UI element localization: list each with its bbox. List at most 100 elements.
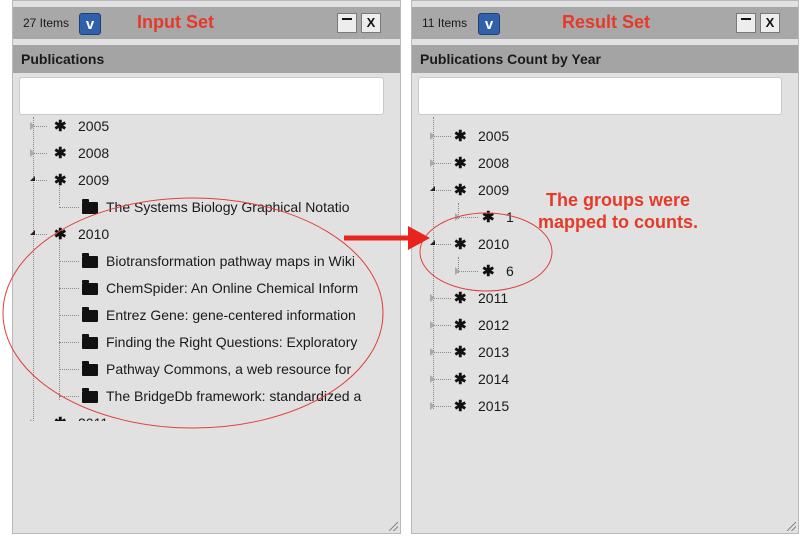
asterisk-icon: ✱ xyxy=(454,182,467,199)
collapsed-icon[interactable] xyxy=(455,213,460,221)
panel-subtitle: Publications Count by Year xyxy=(420,51,602,67)
asterisk-icon: ✱ xyxy=(454,371,467,388)
search-input[interactable] xyxy=(19,77,384,115)
collapsed-icon[interactable] xyxy=(455,267,460,275)
node-label: 1 xyxy=(506,209,514,225)
collapsed-icon[interactable] xyxy=(30,419,35,421)
annotation-line: mapped to counts. xyxy=(538,212,699,232)
tree-connector xyxy=(433,190,451,191)
folder-icon xyxy=(82,253,98,268)
tree-connector xyxy=(59,207,79,208)
panel-subheader: Publications xyxy=(13,45,400,73)
publication-tree: ✱ 2005 ✱ 2008 ✱ 2009 The Systems Biology Graph… xyxy=(13,117,400,421)
asterisk-icon: ✱ xyxy=(454,317,467,334)
node-label: Pathway Commons, a web resource for xyxy=(106,361,352,377)
tree-connector xyxy=(33,126,47,127)
tree-connector xyxy=(433,352,451,353)
tree-connector xyxy=(433,163,451,164)
node-label: 2010 xyxy=(78,226,110,242)
tree-connector xyxy=(433,406,451,407)
view-menu-button[interactable]: v xyxy=(79,13,101,35)
asterisk-icon: ✱ xyxy=(54,226,67,243)
folder-icon xyxy=(82,334,98,349)
tree-connector xyxy=(433,379,451,380)
asterisk-icon: ✱ xyxy=(54,414,67,421)
node-label: Finding the Right Questions: Exploratory xyxy=(106,334,358,350)
tree-connector xyxy=(433,244,451,245)
node-label: 2015 xyxy=(478,398,510,414)
expanded-icon[interactable] xyxy=(30,230,35,235)
node-label: 2014 xyxy=(478,371,510,387)
annotation-text: The groups were mapped to counts. xyxy=(538,189,698,233)
node-label: 2011 xyxy=(78,415,108,421)
node-label: 2012 xyxy=(478,317,510,333)
node-label: Entrez Gene: gene-centered information xyxy=(106,307,356,323)
node-label: 2009 xyxy=(78,172,110,188)
tree-guide-line xyxy=(33,117,34,421)
count-tree: ✱ 2005 ✱ 2008 ✱ 2009 ✱ 1 ✱ 2010 ✱ 6 ✱ 2011 ✱ 2012 ✱ 2013 ✱… xyxy=(412,117,798,421)
expanded-icon[interactable] xyxy=(430,186,435,191)
collapsed-icon[interactable] xyxy=(30,149,35,157)
panel-title: Result Set xyxy=(562,12,651,32)
collapsed-icon[interactable] xyxy=(430,348,435,356)
folder-icon xyxy=(82,388,98,403)
search-input[interactable] xyxy=(418,77,782,115)
folder-icon xyxy=(82,280,98,295)
close-button[interactable]: X xyxy=(361,13,381,33)
tree-connector xyxy=(33,180,47,181)
folder-icon xyxy=(82,361,98,376)
node-label: 2005 xyxy=(478,128,510,144)
resize-handle[interactable] xyxy=(389,522,398,531)
panel-subtitle: Publications xyxy=(21,51,105,67)
minimize-icon xyxy=(741,18,751,20)
item-count: 27 Items xyxy=(23,16,70,30)
collapsed-icon[interactable] xyxy=(430,159,435,167)
asterisk-icon: ✱ xyxy=(482,263,495,280)
node-label: 2008 xyxy=(478,155,510,171)
close-button[interactable]: X xyxy=(760,13,780,33)
node-label: ChemSpider: An Online Chemical Inform xyxy=(106,280,359,296)
tree-connector xyxy=(59,261,79,262)
collapsed-icon[interactable] xyxy=(430,132,435,140)
panel-subheader: Publications Count by Year xyxy=(412,45,798,73)
tree-connector xyxy=(59,369,79,370)
expanded-icon[interactable] xyxy=(30,176,35,181)
tree-connector xyxy=(458,271,478,272)
tree-guide-line xyxy=(59,234,60,400)
tree-connector xyxy=(433,298,451,299)
node-label: 2008 xyxy=(78,145,110,161)
annotation-line: The groups were xyxy=(545,190,691,210)
asterisk-icon: ✱ xyxy=(454,398,467,415)
minimize-button[interactable] xyxy=(337,13,357,33)
tree-connector xyxy=(458,217,478,218)
asterisk-icon: ✱ xyxy=(454,155,467,172)
asterisk-icon: ✱ xyxy=(54,172,67,189)
collapsed-icon[interactable] xyxy=(30,122,35,130)
node-label: 2009 xyxy=(478,182,510,198)
panel-toolbar: 27 Items v Input Set X xyxy=(13,7,400,39)
tree-connector xyxy=(433,325,451,326)
node-label: 2013 xyxy=(478,344,510,360)
node-label: The BridgeDb framework: standardized a xyxy=(106,388,362,404)
collapsed-icon[interactable] xyxy=(430,294,435,302)
minimize-button[interactable] xyxy=(736,13,756,33)
folder-icon xyxy=(82,307,98,322)
collapsed-icon[interactable] xyxy=(430,375,435,383)
folder-icon xyxy=(82,199,98,214)
asterisk-icon: ✱ xyxy=(54,118,67,135)
expanded-icon[interactable] xyxy=(430,240,435,245)
minimize-icon xyxy=(342,18,352,20)
asterisk-icon: ✱ xyxy=(54,145,67,162)
resize-handle[interactable] xyxy=(787,522,796,531)
collapsed-icon[interactable] xyxy=(430,321,435,329)
input-set-panel: 27 Items v Input Set X Publications ✱ 200… xyxy=(12,0,401,534)
collapsed-icon[interactable] xyxy=(430,402,435,410)
tree-connector xyxy=(59,396,79,397)
view-menu-button[interactable]: v xyxy=(478,13,500,35)
panel-title: Input Set xyxy=(137,12,214,32)
item-count: 11 Items xyxy=(422,16,468,30)
tree-connector xyxy=(59,315,79,316)
tree-connector xyxy=(33,153,47,154)
result-set-panel: 11 Items v Result Set X Publications Cou… xyxy=(411,0,799,534)
asterisk-icon: ✱ xyxy=(454,290,467,307)
